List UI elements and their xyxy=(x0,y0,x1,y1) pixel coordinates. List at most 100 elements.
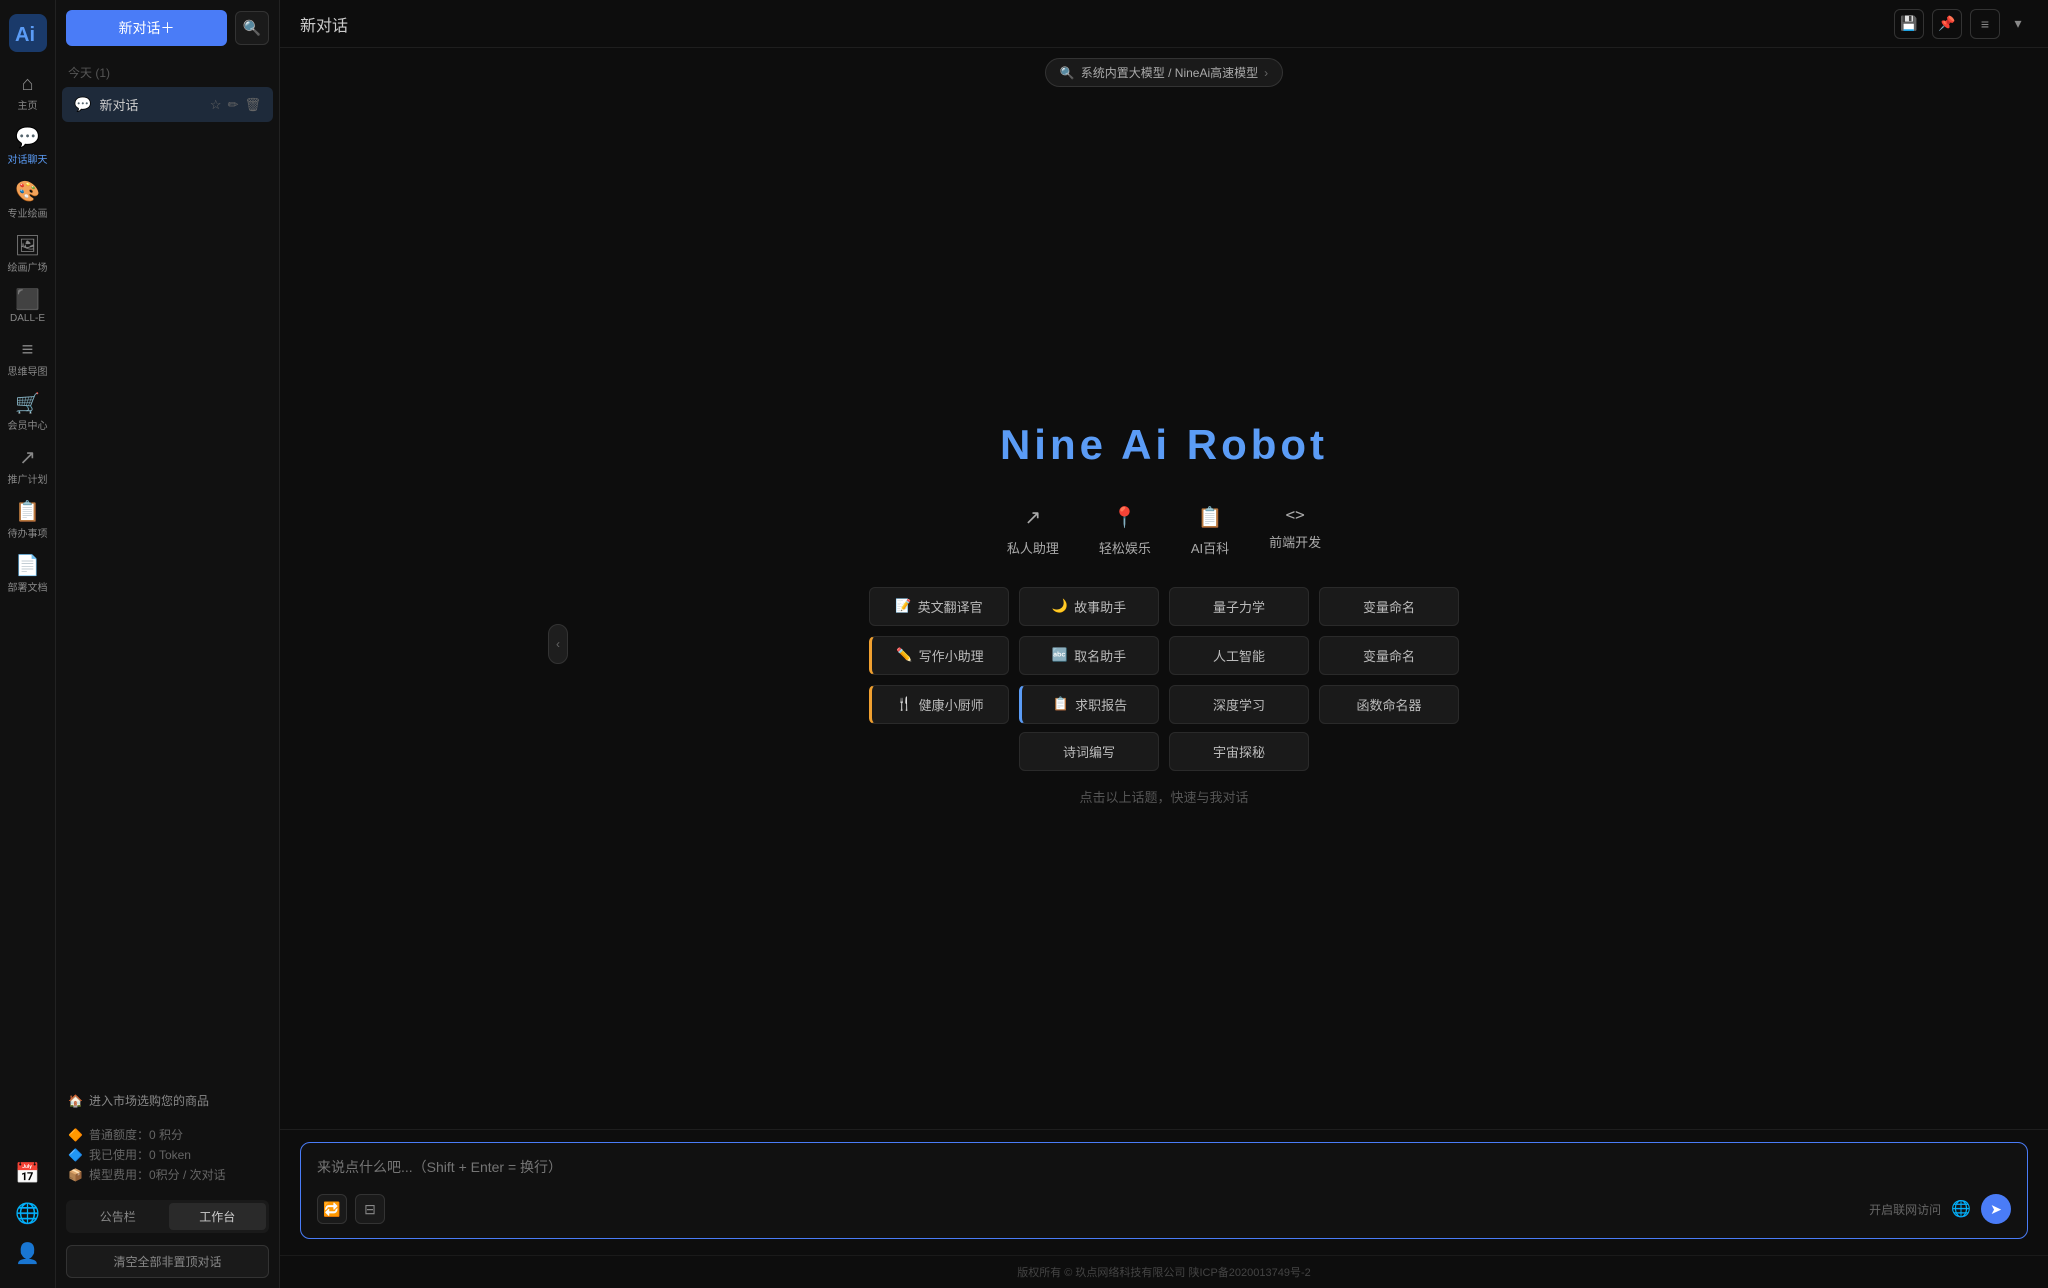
profile-icon: 👤 xyxy=(15,1244,40,1264)
sidebar-item-chat[interactable]: 💬 对话聊天 xyxy=(3,120,53,174)
sidebar-item-home[interactable]: ⌂ 主页 xyxy=(3,66,53,120)
send-button[interactable]: ➤ xyxy=(1981,1194,2011,1224)
search-icon: 🔍 xyxy=(1060,66,1075,80)
drawing-icon: 🎨 xyxy=(15,182,40,202)
chat-icon: 💬 xyxy=(15,128,40,148)
input-bottom-bar: 🔁 ⊟ 开启联网访问 🌐 ➤ xyxy=(317,1194,2011,1224)
breadcrumb[interactable]: 🔍 系统内置大模型 / NineAi高速模型 › xyxy=(1045,58,1283,87)
input-right-actions: 开启联网访问 🌐 ➤ xyxy=(1869,1194,2011,1224)
chip-poetry[interactable]: 诗词编写 xyxy=(1019,732,1159,771)
gallery-icon: 🖼 xyxy=(15,236,40,256)
new-chat-button[interactable]: 新对话＋ xyxy=(66,10,227,46)
main-title: 新对话 xyxy=(300,12,348,36)
sidebar-item-calendar[interactable]: 📅 xyxy=(3,1156,53,1192)
market-icon: 🏠 xyxy=(68,1094,83,1108)
sidebar-item-profile[interactable]: 👤 xyxy=(3,1236,53,1272)
sidebar-item-docs[interactable]: 📄 部署文档 xyxy=(3,548,53,602)
model-cost-icon: 📦 xyxy=(68,1168,83,1182)
collapse-panel-button[interactable]: ‹ xyxy=(548,624,568,664)
new-chat-label: 新对话＋ xyxy=(119,18,175,38)
tab-bulletin[interactable]: 公告栏 xyxy=(69,1203,167,1230)
chat-input[interactable] xyxy=(317,1157,2011,1181)
sidebar-item-mindmap[interactable]: ≡ 思维导图 xyxy=(3,332,53,386)
chat-item-actions: ☆ ✏ 🗑 xyxy=(210,97,261,113)
search-button[interactable]: 🔍 xyxy=(235,11,269,45)
breadcrumb-bar: 🔍 系统内置大模型 / NineAi高速模型 › xyxy=(280,48,2048,97)
category-personal-assistant[interactable]: ↗ 私人助理 xyxy=(1007,505,1059,557)
category-ai-encyclopedia[interactable]: 📋 AI百科 xyxy=(1191,505,1229,557)
credits-icon: 🔶 xyxy=(68,1128,83,1142)
chip-job-report[interactable]: 📋 求职报告 xyxy=(1019,685,1159,724)
globe-icon[interactable]: 🌐 xyxy=(1951,1199,1971,1219)
clear-chats-button[interactable]: 清空全部非置顶对话 xyxy=(66,1245,269,1278)
mindmap-icon: ≡ xyxy=(22,340,34,360)
sidebar-item-gallery[interactable]: 🖼 绘画广场 xyxy=(3,228,53,282)
chat-pin-icon[interactable]: ☆ xyxy=(210,97,222,113)
header-save-button[interactable]: 💾 xyxy=(1894,9,1924,39)
chip-story[interactable]: 🌙 故事助手 xyxy=(1019,587,1159,626)
header-more-button[interactable]: ▾ xyxy=(2008,9,2028,39)
chat-edit-icon[interactable]: ✏ xyxy=(228,97,239,113)
sidebar-item-drawing[interactable]: 🎨 专业绘画 xyxy=(3,174,53,228)
breadcrumb-arrow: › xyxy=(1264,66,1268,80)
pin-icon: 📌 xyxy=(1938,15,1955,32)
chip-deep-learning[interactable]: 深度学习 xyxy=(1169,685,1309,724)
category-frontend-dev[interactable]: <> 前端开发 xyxy=(1269,505,1321,557)
tokens-icon: 🔷 xyxy=(68,1148,83,1162)
docs-icon: 📄 xyxy=(15,556,40,576)
send-icon: ➤ xyxy=(1990,1201,2002,1218)
encyclopedia-icon: 📋 xyxy=(1198,505,1223,530)
sidebar-bottom: 📅 🌐 👤 xyxy=(3,1156,53,1288)
search-icon: 🔍 xyxy=(243,19,262,37)
chip-ai[interactable]: 人工智能 xyxy=(1169,636,1309,675)
translate-icon: 📝 xyxy=(895,598,911,614)
chat-delete-icon[interactable]: 🗑 xyxy=(244,97,261,113)
input-refresh-button[interactable]: 🔁 xyxy=(317,1194,347,1224)
stat-tokens: 🔷 我已使用：0 Token xyxy=(68,1146,267,1163)
chevron-down-icon: ▾ xyxy=(2014,15,2021,32)
chat-item-icon: 💬 xyxy=(74,96,91,113)
chip-chef[interactable]: 🍴 健康小厨师 xyxy=(869,685,1009,724)
home-icon: ⌂ xyxy=(21,74,33,94)
left-panel: 新对话＋ 🔍 今天 (1) 💬 新对话 ☆ ✏ 🗑 🏠 进入市场选购您的商品 🔶… xyxy=(56,0,280,1288)
sidebar-tabs: 公告栏 工作台 xyxy=(66,1200,269,1233)
svg-text:Ai: Ai xyxy=(15,24,35,46)
input-box: 🔁 ⊟ 开启联网访问 🌐 ➤ xyxy=(300,1142,2028,1239)
chip-varname1[interactable]: 变量命名 xyxy=(1319,587,1459,626)
entertainment-icon: 📍 xyxy=(1112,505,1137,530)
chip-naming[interactable]: 🔤 取名助手 xyxy=(1019,636,1159,675)
chevron-left-icon: ‹ xyxy=(556,637,560,651)
stop-icon: ⊟ xyxy=(364,1201,376,1218)
chat-list-item[interactable]: 💬 新对话 ☆ ✏ 🗑 xyxy=(62,87,273,122)
header-pin-button[interactable]: 📌 xyxy=(1932,9,1962,39)
chip-varname2[interactable]: 变量命名 xyxy=(1319,636,1459,675)
frontend-icon: <> xyxy=(1286,505,1305,524)
calendar-icon: 📅 xyxy=(15,1164,40,1184)
chip-translate[interactable]: 📝 英文翻译官 xyxy=(869,587,1009,626)
header-actions: 💾 📌 ≡ ▾ xyxy=(1894,9,2028,39)
sidebar-item-dalle[interactable]: ⬛ DALL-E xyxy=(3,282,53,332)
member-icon: 🛒 xyxy=(15,394,40,414)
sidebar-item-promo[interactable]: ↗ 推广计划 xyxy=(3,440,53,494)
chip-universe[interactable]: 宇宙探秘 xyxy=(1169,732,1309,771)
main-header: 新对话 💾 📌 ≡ ▾ xyxy=(280,0,2048,48)
chip-writing[interactable]: ✏️ 写作小助理 xyxy=(869,636,1009,675)
left-panel-top: 新对话＋ 🔍 xyxy=(56,0,279,56)
writing-icon: ✏️ xyxy=(896,647,912,663)
section-today-label: 今天 (1) xyxy=(56,56,279,85)
input-stop-button[interactable]: ⊟ xyxy=(355,1194,385,1224)
tab-workspace[interactable]: 工作台 xyxy=(169,1203,267,1230)
chip-func-naming[interactable]: 函数命名器 xyxy=(1319,685,1459,724)
category-entertainment[interactable]: 📍 轻松娱乐 xyxy=(1099,505,1151,557)
center-content: Nine Ai Robot ↗ 私人助理 📍 轻松娱乐 📋 AI百科 <> 前端… xyxy=(280,97,2048,1129)
input-area: 🔁 ⊟ 开启联网访问 🌐 ➤ xyxy=(280,1129,2048,1255)
todo-icon: 📋 xyxy=(15,502,40,522)
sidebar-item-globe[interactable]: 🌐 xyxy=(3,1196,53,1232)
chef-icon: 🍴 xyxy=(896,696,912,712)
chip-quantum[interactable]: 量子力学 xyxy=(1169,587,1309,626)
globe-icon: 🌐 xyxy=(15,1204,40,1224)
header-menu-button[interactable]: ≡ xyxy=(1970,9,2000,39)
market-link[interactable]: 🏠 进入市场选购您的商品 xyxy=(56,1082,279,1119)
sidebar-item-member[interactable]: 🛒 会员中心 xyxy=(3,386,53,440)
sidebar-item-todo[interactable]: 📋 待办事项 xyxy=(3,494,53,548)
